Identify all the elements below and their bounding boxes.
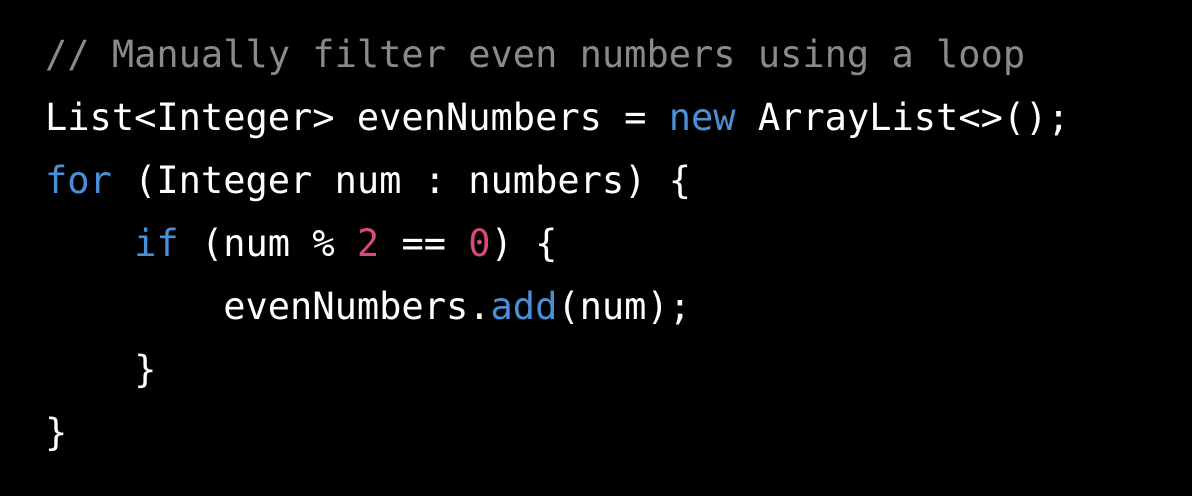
- code-line-declaration: List<Integer> evenNumbers = new ArrayLis…: [45, 93, 1070, 143]
- close-brace-token: }: [134, 348, 157, 391]
- code-line-comment: // Manually filter even numbers using a …: [45, 30, 1025, 80]
- keyword-if: if: [134, 222, 179, 265]
- code-line-for-loop: for (Integer num : numbers) {: [45, 156, 691, 206]
- code-line-close-for: }: [45, 408, 67, 458]
- comment-token: // Manually filter even numbers using a …: [45, 33, 1026, 76]
- indent-token: [45, 348, 134, 391]
- target-token: evenNumbers.: [223, 285, 491, 328]
- keyword-new: new: [668, 96, 736, 139]
- close-brace-token: }: [45, 411, 68, 454]
- code-line-close-if: }: [45, 345, 156, 395]
- code-line-add-call: evenNumbers.add(num);: [45, 282, 691, 332]
- indent-token: [45, 222, 134, 265]
- indent-token: [45, 285, 223, 328]
- condition-token: (num %: [178, 222, 357, 265]
- equality-token: ==: [379, 222, 469, 265]
- number-literal-zero: 0: [468, 222, 491, 265]
- for-header-token: (Integer num : numbers) {: [111, 159, 692, 202]
- constructor-token: ArrayList<>();: [735, 96, 1070, 139]
- declaration-token: List<Integer> evenNumbers =: [45, 96, 669, 139]
- number-literal-two: 2: [356, 222, 380, 265]
- code-panel: // Manually filter even numbers using a …: [0, 0, 1192, 496]
- keyword-for: for: [45, 159, 112, 202]
- method-add: add: [490, 285, 558, 328]
- arguments-token: (num);: [557, 285, 692, 328]
- code-line-if-statement: if (num % 2 == 0) {: [45, 219, 557, 269]
- open-brace-token: ) {: [490, 222, 558, 265]
